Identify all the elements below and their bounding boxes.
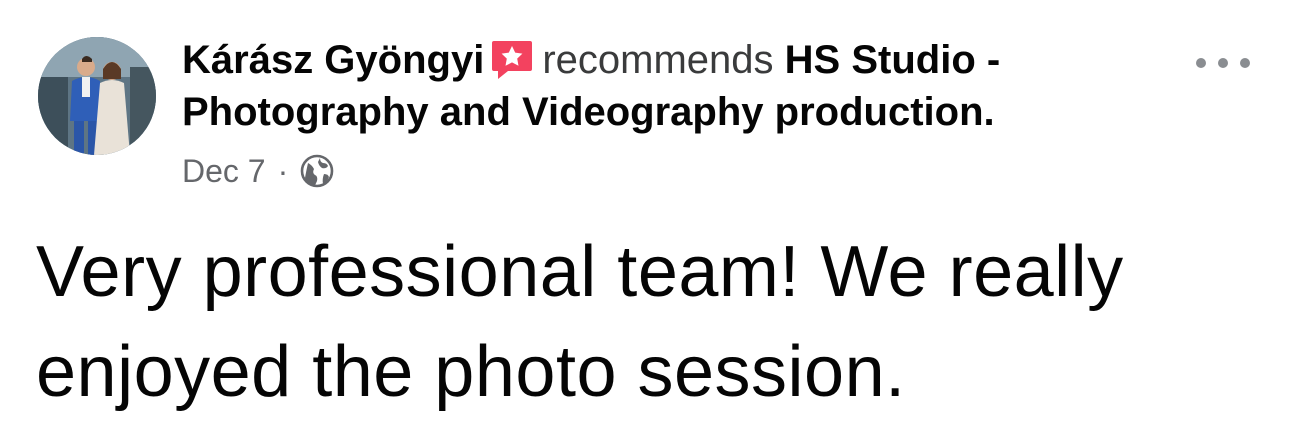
more-dots-icon [1196, 58, 1206, 68]
more-options-button[interactable] [1196, 46, 1250, 80]
post-date[interactable]: Dec 7 [182, 150, 266, 192]
star-badge-icon [492, 41, 533, 79]
avatar-photo [38, 37, 156, 155]
post-meta: Dec 7 · [182, 150, 334, 192]
globe-icon [300, 154, 334, 188]
more-dots-icon [1240, 58, 1250, 68]
recommendation-post: Kárász Gyöngyi recommends HS Studio - Ph… [0, 0, 1290, 445]
action-text: recommends [542, 38, 774, 82]
more-dots-icon [1218, 58, 1228, 68]
post-header: Kárász Gyöngyi recommends HS Studio - Ph… [182, 34, 1162, 138]
author-name[interactable]: Kárász Gyöngyi [182, 38, 484, 82]
avatar[interactable] [38, 37, 156, 155]
post-text: Very professional team! We really enjoye… [36, 232, 1124, 412]
meta-separator: · [277, 153, 289, 189]
